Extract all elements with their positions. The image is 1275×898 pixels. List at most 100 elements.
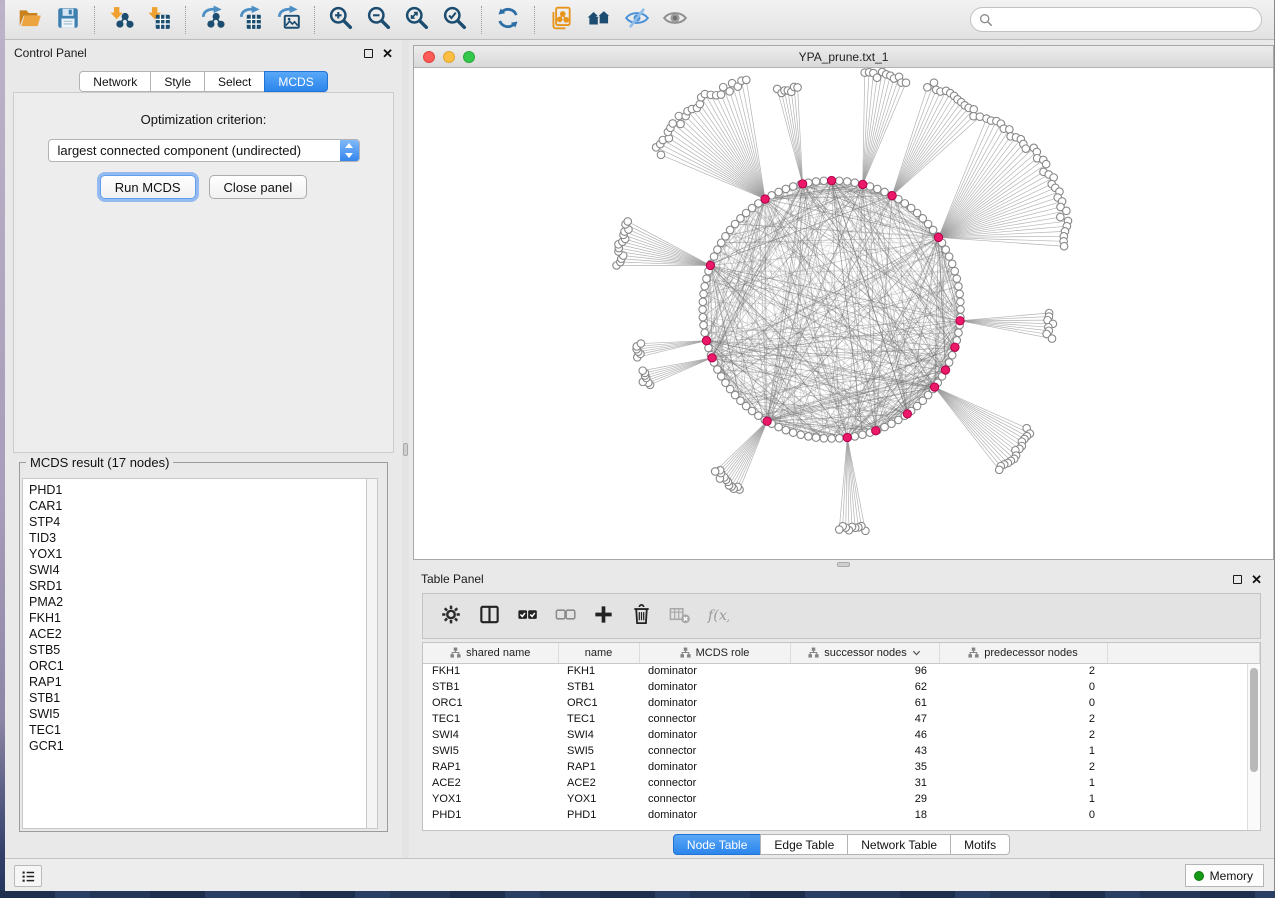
mcds-result-item[interactable]: GCR1 — [29, 738, 366, 754]
vertical-splitter[interactable] — [402, 40, 409, 858]
table-cell[interactable]: FKH1 — [558, 663, 639, 679]
deselect-all-columns-button[interactable] — [549, 599, 581, 633]
close-panel-button[interactable]: Close panel — [209, 175, 308, 199]
table-cell[interactable]: 47 — [790, 711, 939, 727]
tab-network[interactable]: Network — [79, 71, 151, 92]
table-cell[interactable]: TEC1 — [558, 711, 639, 727]
table-cell[interactable]: 61 — [790, 695, 939, 711]
table-cell[interactable]: SWI5 — [558, 743, 639, 759]
table-row[interactable]: FKH1FKH1dominator962 — [423, 663, 1260, 679]
table-cell[interactable]: dominator — [639, 663, 790, 679]
table-cell[interactable]: 29 — [790, 791, 939, 807]
mcds-result-item[interactable]: SRD1 — [29, 578, 366, 594]
save-session-button[interactable] — [49, 3, 87, 37]
table-cell[interactable]: 18 — [790, 807, 939, 823]
mcds-result-item[interactable]: SWI4 — [29, 562, 366, 578]
table-cell[interactable]: dominator — [639, 727, 790, 743]
table-cell[interactable]: 1 — [939, 743, 1107, 759]
table-cell[interactable]: ACE2 — [558, 775, 639, 791]
run-mcds-button[interactable]: Run MCDS — [100, 175, 196, 199]
zoom-out-button[interactable] — [360, 3, 398, 37]
column-header-name[interactable]: name — [558, 643, 639, 663]
memory-button[interactable]: Memory — [1185, 864, 1264, 887]
tab-edge-table[interactable]: Edge Table — [760, 834, 848, 855]
table-cell[interactable]: 96 — [790, 663, 939, 679]
open-file-button[interactable] — [11, 3, 49, 37]
table-row[interactable]: SWI5SWI5connector431 — [423, 743, 1260, 759]
table-cell[interactable]: 62 — [790, 679, 939, 695]
table-cell[interactable]: 0 — [939, 679, 1107, 695]
export-table-button[interactable] — [231, 3, 269, 37]
column-header-predecessor-nodes[interactable]: predecessor nodes — [939, 643, 1107, 663]
table-cell[interactable]: 0 — [939, 695, 1107, 711]
table-cell[interactable]: 46 — [790, 727, 939, 743]
table-cell[interactable]: 2 — [939, 711, 1107, 727]
mcds-result-item[interactable]: FKH1 — [29, 610, 366, 626]
table-cell[interactable]: 2 — [939, 663, 1107, 679]
table-cell[interactable]: connector — [639, 791, 790, 807]
table-row[interactable]: SWI4SWI4dominator462 — [423, 727, 1260, 743]
import-table-button[interactable] — [140, 3, 178, 37]
table-cell[interactable]: dominator — [639, 759, 790, 775]
network-canvas[interactable] — [414, 68, 1273, 559]
zoom-fit-button[interactable] — [398, 3, 436, 37]
network-document-button[interactable] — [542, 3, 580, 37]
table-row[interactable]: ORC1ORC1dominator610 — [423, 695, 1260, 711]
table-scrollbar[interactable] — [1247, 664, 1260, 830]
table-cell[interactable]: PHD1 — [558, 807, 639, 823]
toggle-columns-button[interactable] — [473, 599, 505, 633]
table-cell[interactable]: STB1 — [558, 679, 639, 695]
select-all-columns-button[interactable] — [511, 599, 543, 633]
maximize-window-icon[interactable] — [463, 51, 475, 63]
table-cell[interactable]: RAP1 — [423, 759, 558, 775]
mcds-result-item[interactable]: TEC1 — [29, 722, 366, 738]
mcds-result-item[interactable]: STB5 — [29, 642, 366, 658]
export-image-button[interactable] — [269, 3, 307, 37]
table-row[interactable]: STB1STB1dominator620 — [423, 679, 1260, 695]
table-scrollbar-thumb[interactable] — [1250, 668, 1258, 772]
tab-node-table[interactable]: Node Table — [673, 834, 762, 855]
create-column-button[interactable] — [587, 599, 619, 633]
column-header-shared-name[interactable]: shared name — [423, 643, 558, 663]
tab-network-table[interactable]: Network Table — [847, 834, 951, 855]
column-menu-chevron-icon[interactable] — [912, 649, 921, 657]
table-cell[interactable]: SWI4 — [558, 727, 639, 743]
table-cell[interactable]: PHD1 — [423, 807, 558, 823]
delete-columns-button[interactable] — [625, 599, 657, 633]
show-graphics-details-button[interactable] — [656, 3, 694, 37]
table-cell[interactable]: ACE2 — [423, 775, 558, 791]
float-table-panel-icon[interactable] — [1233, 575, 1242, 584]
search-field[interactable] — [970, 7, 1262, 32]
table-cell[interactable]: 1 — [939, 775, 1107, 791]
mcds-result-item[interactable]: STB1 — [29, 690, 366, 706]
table-cell[interactable]: connector — [639, 711, 790, 727]
minimize-window-icon[interactable] — [443, 51, 455, 63]
splitter-grip[interactable] — [403, 443, 408, 456]
tab-style[interactable]: Style — [150, 71, 205, 92]
tab-motifs[interactable]: Motifs — [950, 834, 1010, 855]
close-panel-icon[interactable]: ✕ — [382, 49, 393, 58]
table-cell[interactable]: dominator — [639, 695, 790, 711]
float-panel-icon[interactable] — [364, 49, 373, 58]
home-view-button[interactable] — [580, 3, 618, 37]
table-cell[interactable]: 2 — [939, 727, 1107, 743]
table-cell[interactable]: STB1 — [423, 679, 558, 695]
table-cell[interactable]: TEC1 — [423, 711, 558, 727]
table-cell[interactable]: 0 — [939, 807, 1107, 823]
mcds-result-item[interactable]: TID3 — [29, 530, 366, 546]
table-cell[interactable]: 35 — [790, 759, 939, 775]
import-network-button[interactable] — [102, 3, 140, 37]
table-cell[interactable]: SWI4 — [423, 727, 558, 743]
table-cell[interactable]: connector — [639, 743, 790, 759]
table-cell[interactable]: YOX1 — [558, 791, 639, 807]
mcds-result-item[interactable]: ACE2 — [29, 626, 366, 642]
table-row[interactable]: ACE2ACE2connector311 — [423, 775, 1260, 791]
column-header-successor-nodes[interactable]: successor nodes — [790, 643, 939, 663]
zoom-in-button[interactable] — [322, 3, 360, 37]
table-cell[interactable]: 43 — [790, 743, 939, 759]
table-cell[interactable]: dominator — [639, 807, 790, 823]
export-network-button[interactable] — [193, 3, 231, 37]
mcds-result-item[interactable]: CAR1 — [29, 498, 366, 514]
close-window-icon[interactable] — [423, 51, 435, 63]
tab-mcds[interactable]: MCDS — [264, 71, 327, 92]
